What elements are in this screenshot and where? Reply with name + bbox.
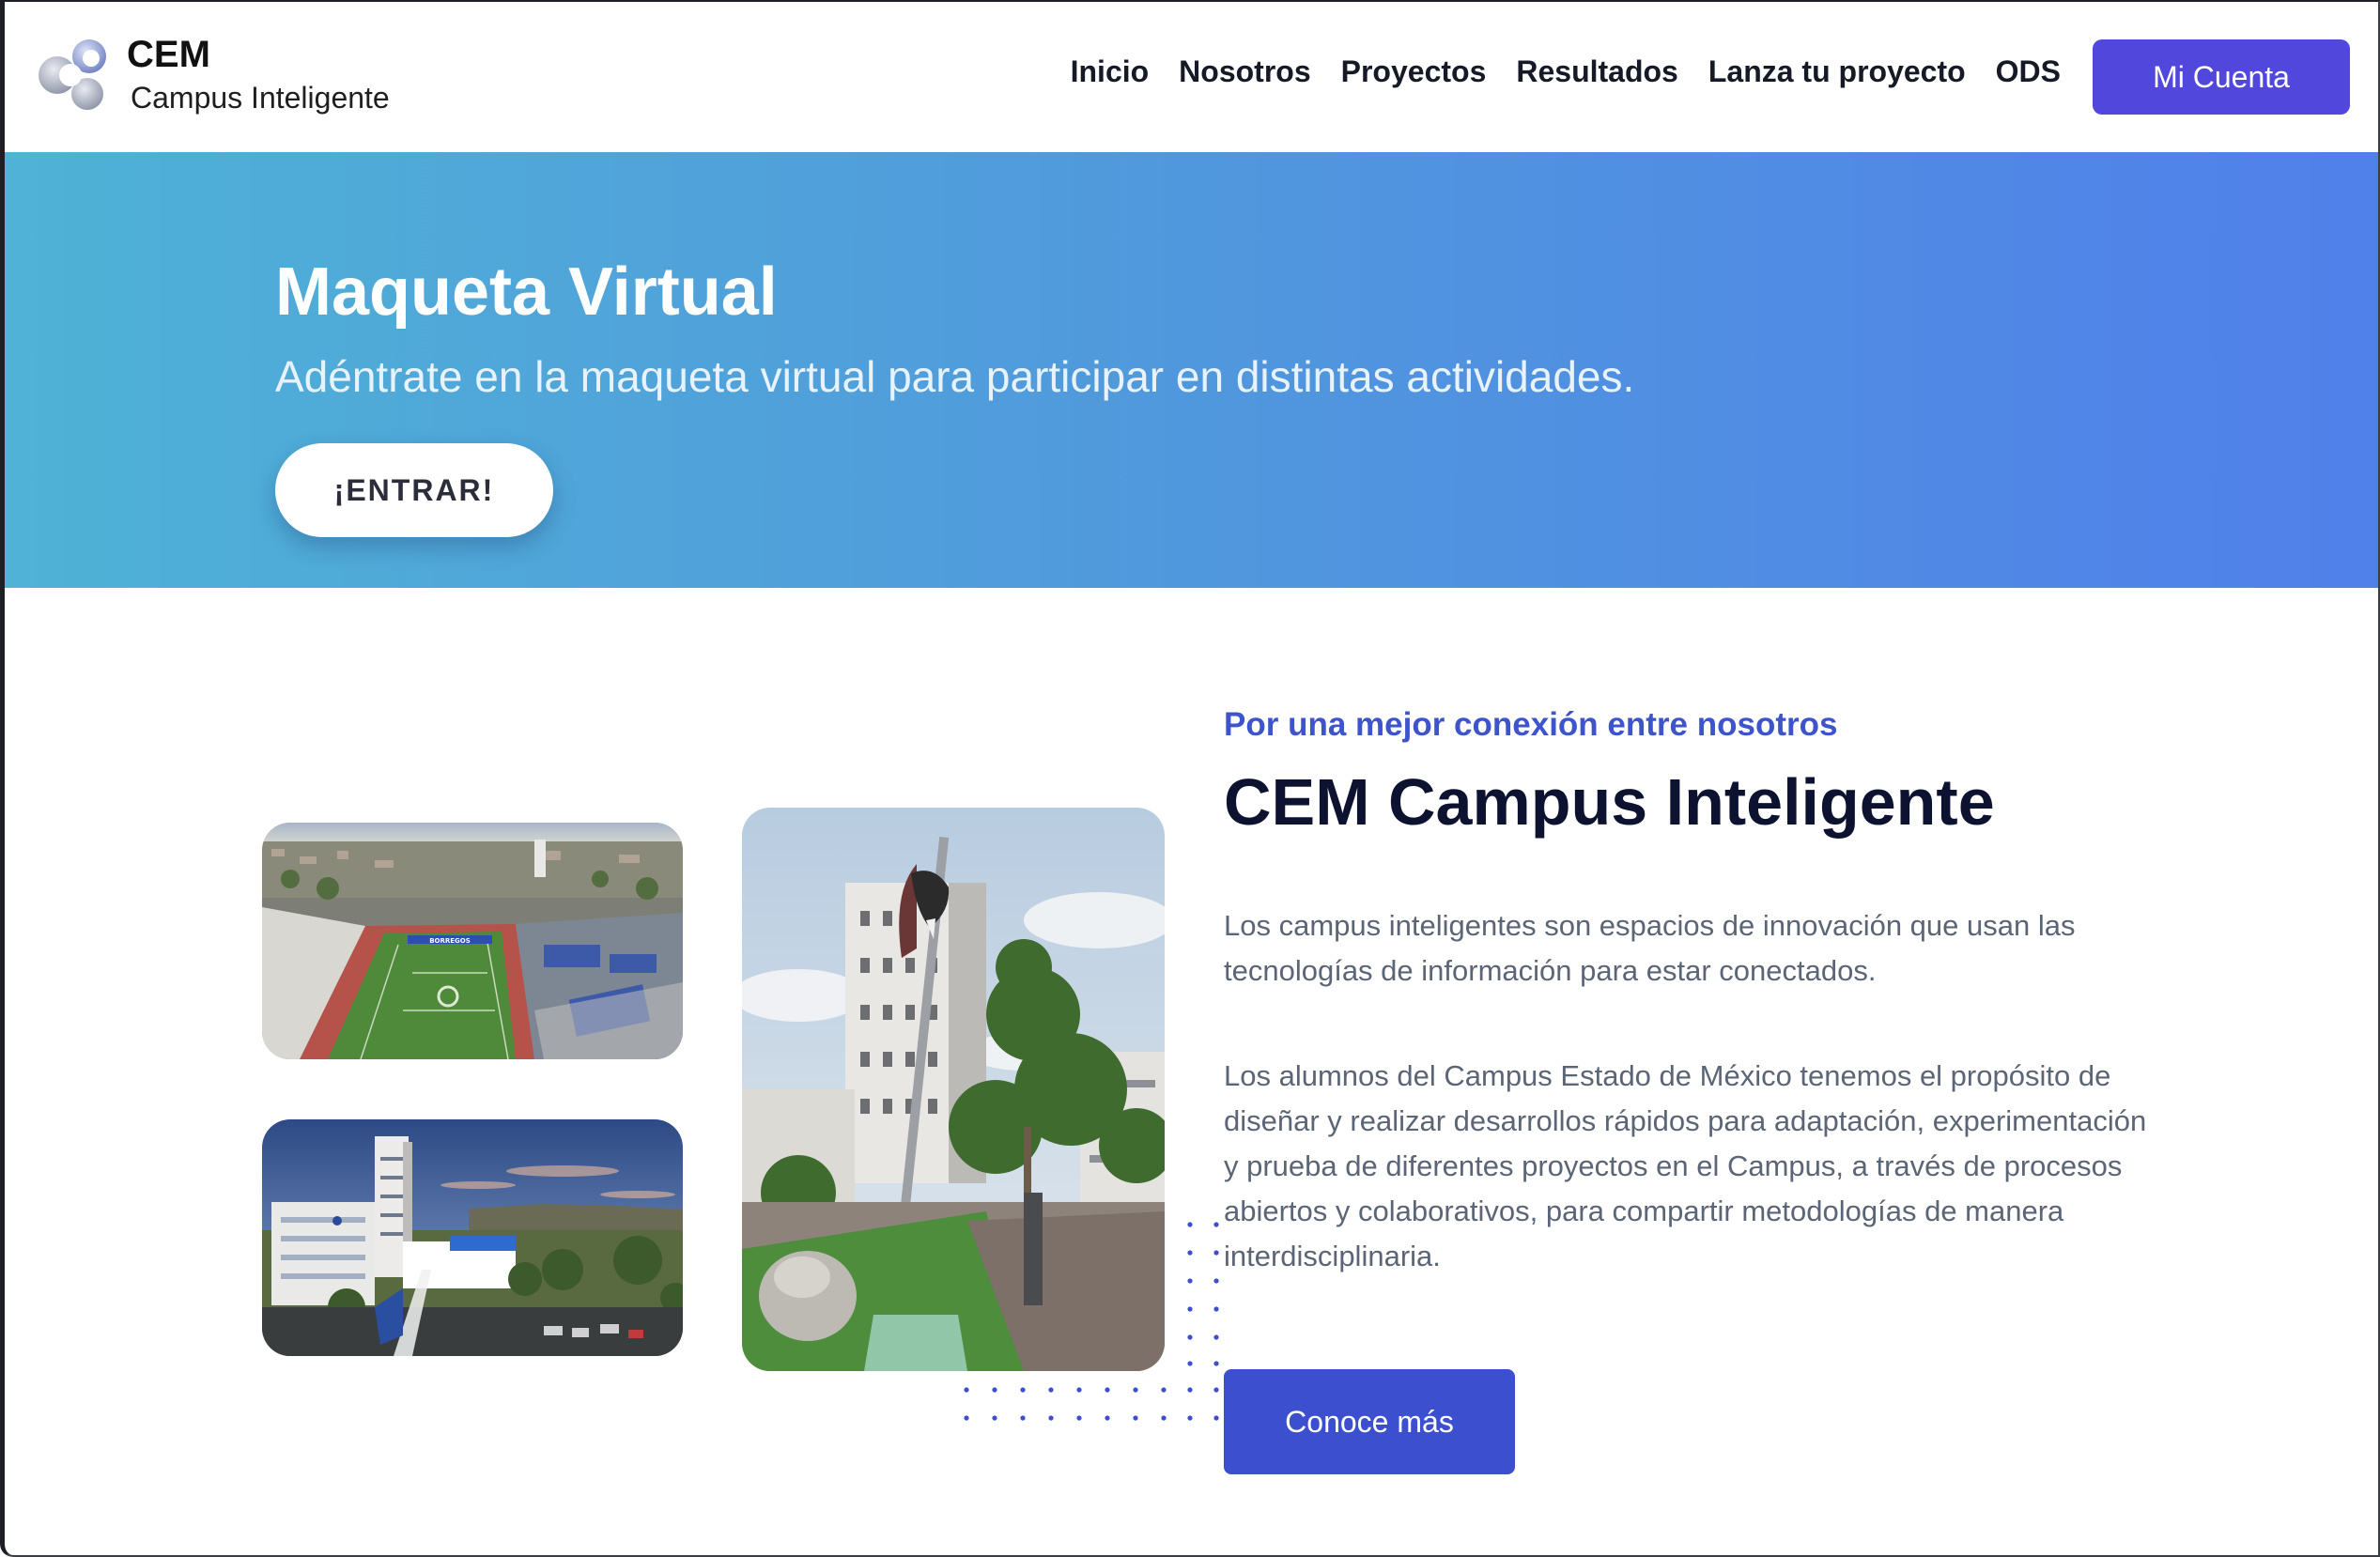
section-title: CEM Campus Inteligente: [1224, 765, 1995, 839]
stadium-aerial-photo: BORREGOS: [262, 823, 683, 1059]
enter-button[interactable]: ¡ENTRAR!: [275, 443, 553, 537]
nav-link-inicio[interactable]: Inicio: [1071, 54, 1150, 89]
campus-tower-photo: [742, 808, 1165, 1371]
brand-subtitle[interactable]: Campus Inteligente: [131, 81, 390, 116]
section-eyebrow: Por una mejor conexión entre nosotros: [1224, 706, 1838, 743]
nav-link-ods[interactable]: ODS: [1996, 54, 2061, 89]
nav-link-nosotros[interactable]: Nosotros: [1179, 54, 1310, 89]
intro-paragraph: Los campus inteligentes son espacios de …: [1224, 909, 2076, 987]
learn-more-button[interactable]: Conoce más: [1224, 1369, 1515, 1474]
stadium-banner-text: BORREGOS: [429, 937, 471, 945]
my-account-button[interactable]: Mi Cuenta: [2093, 39, 2350, 115]
hero-subtitle: Adéntrate en la maqueta virtual para par…: [275, 352, 1635, 401]
hero-banner: Maqueta Virtual Adéntrate en la maqueta …: [5, 152, 2378, 588]
main-nav: Inicio Nosotros Proyectos Resultados Lan…: [1071, 54, 2061, 89]
browser-viewport: CEM Campus Inteligente Inicio Nosotros P…: [0, 0, 2380, 1557]
nav-link-resultados[interactable]: Resultados: [1516, 54, 1677, 89]
nav-link-lanza-tu-proyecto[interactable]: Lanza tu proyecto: [1708, 54, 1966, 89]
hero-title: Maqueta Virtual: [275, 254, 778, 330]
brand-name[interactable]: CEM: [127, 34, 210, 76]
nav-link-proyectos[interactable]: Proyectos: [1341, 54, 1487, 89]
navbar: CEM Campus Inteligente Inicio Nosotros P…: [5, 2, 2378, 152]
purpose-paragraph: Los alumnos del Campus Estado de México …: [1224, 1059, 2147, 1272]
cem-logo-icon[interactable]: [33, 32, 117, 116]
campus-building-photo: [262, 1119, 683, 1356]
